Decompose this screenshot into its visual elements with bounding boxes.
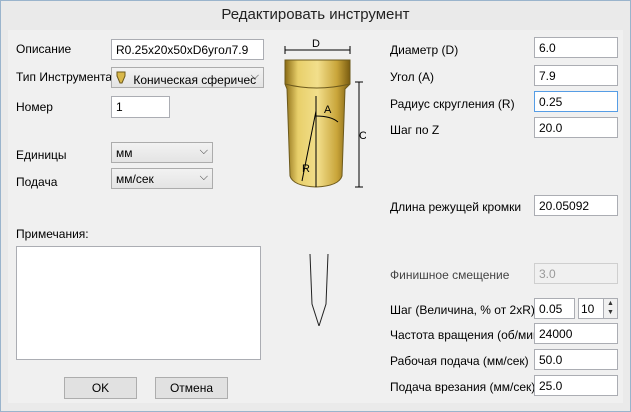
description-label: Описание (16, 42, 72, 56)
notes-label: Примечания: (16, 227, 89, 241)
tool-bit-icon (116, 71, 130, 87)
radius-letter: R (302, 163, 310, 175)
plunge-feed-input[interactable] (534, 375, 618, 396)
feed-units-label: Подача (16, 175, 58, 189)
number-input[interactable] (111, 96, 170, 118)
stepz-input[interactable] (534, 117, 618, 138)
notes-textarea[interactable] (16, 246, 261, 360)
step-input[interactable] (534, 298, 575, 319)
stepz-label: Шаг по Z (390, 123, 440, 137)
spin-down-icon[interactable]: ▼ (604, 308, 617, 317)
number-label: Номер (16, 100, 53, 114)
work-feed-label: Рабочая подача (мм/сек) (390, 354, 529, 368)
step-percent-input[interactable] (578, 298, 604, 319)
edit-tool-dialog: Редактировать инструмент Описание Тип Ин… (0, 0, 631, 412)
feed-units-select[interactable]: мм/сек ⌵ (111, 168, 213, 189)
angle-letter: A (324, 104, 332, 116)
units-select[interactable]: мм ⌵ (111, 142, 213, 163)
angle-input[interactable] (534, 65, 618, 86)
tool-type-select[interactable]: Коническая сферичес ⌵ (111, 67, 264, 88)
tool-diagram: D A R C (284, 38, 366, 326)
tool-type-label: Тип Инструмента (16, 70, 113, 84)
chevron-down-icon: ⌵ (250, 70, 259, 82)
diameter-letter: D (312, 38, 320, 50)
cutting-length-field[interactable] (534, 195, 618, 216)
spindle-speed-label: Частота вращения (об/мин) (390, 328, 544, 342)
chevron-down-icon: ⌵ (199, 145, 208, 157)
window-title: Редактировать инструмент (221, 6, 410, 23)
units-label: Единицы (16, 148, 67, 162)
tool-profile-sketch (309, 253, 329, 326)
cutting-length-label: Длина режущей кромки (390, 200, 522, 214)
diameter-label: Диаметр (D) (390, 43, 459, 57)
cancel-button[interactable]: Отмена (155, 377, 228, 399)
length-letter: C (359, 130, 366, 142)
radius-input[interactable] (534, 91, 618, 112)
spin-up-icon[interactable]: ▲ (604, 299, 617, 308)
description-input[interactable] (111, 39, 264, 60)
dialog-body: Описание Тип Инструмента Коническая сфер… (8, 30, 623, 403)
angle-label: Угол (A) (390, 70, 434, 84)
ok-button[interactable]: OK (64, 377, 137, 399)
finish-offset-field (534, 263, 618, 284)
work-feed-input[interactable] (534, 349, 618, 370)
step-percent-stepper[interactable]: ▲ ▼ (604, 298, 618, 319)
tool-bit-shape (284, 59, 351, 188)
spindle-speed-input[interactable] (534, 323, 618, 344)
step-label: Шаг (Величина, % от 2xR) (390, 303, 535, 317)
chevron-down-icon: ⌵ (199, 171, 208, 183)
units-value: мм (116, 146, 133, 160)
feed-units-value: мм/сек (116, 172, 154, 186)
tool-type-value: Коническая сферичес (133, 73, 257, 87)
title-bar[interactable]: Редактировать инструмент (1, 1, 630, 29)
radius-label: Радиус скругления (R) (390, 97, 515, 111)
finish-offset-label: Финишное смещение (390, 268, 510, 282)
plunge-feed-label: Подача врезания (мм/сек) (390, 380, 536, 394)
diameter-input[interactable] (534, 37, 618, 58)
